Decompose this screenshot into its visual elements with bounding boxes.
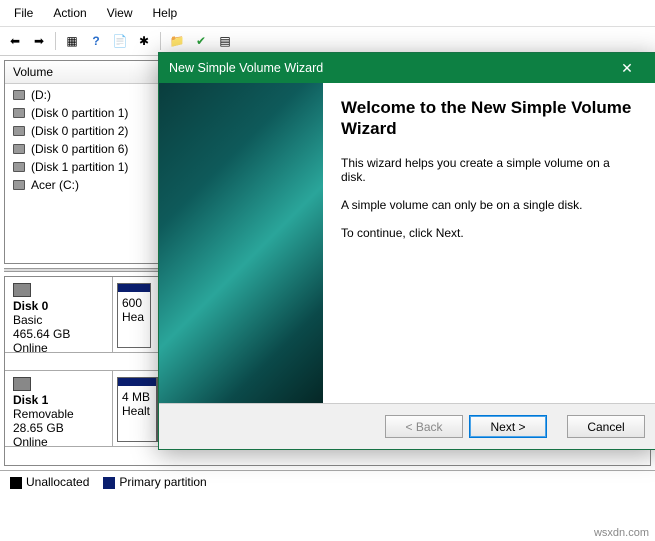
disk-type: Removable: [13, 407, 74, 421]
drive-icon: [13, 180, 25, 190]
cancel-button[interactable]: Cancel: [567, 415, 645, 438]
menu-help[interactable]: Help: [143, 2, 188, 24]
wizard-title: New Simple Volume Wizard: [169, 61, 607, 75]
legend-unallocated: Unallocated: [10, 475, 89, 489]
disk-info[interactable]: Disk 0Basic465.64 GBOnline: [5, 277, 113, 352]
partition-bar: [118, 378, 156, 386]
wizard-p2: A simple volume can only be on a single …: [341, 198, 637, 212]
back-button[interactable]: < Back: [385, 415, 463, 438]
menu-file[interactable]: File: [4, 2, 43, 24]
legend-primary: Primary partition: [103, 475, 206, 489]
disk-icon: [13, 377, 31, 391]
legend: Unallocated Primary partition: [0, 470, 655, 493]
volume-label: Acer (C:): [31, 178, 79, 192]
volume-label: (Disk 0 partition 6): [31, 142, 128, 156]
disk-name: Disk 0: [13, 299, 48, 313]
check-icon[interactable]: ✔: [190, 30, 212, 52]
disk-status: Online: [13, 341, 48, 355]
flag-icon[interactable]: 📁: [166, 30, 188, 52]
wizard-p1: This wizard helps you create a simple vo…: [341, 156, 637, 184]
drive-icon: [13, 162, 25, 172]
wizard-heading: Welcome to the New Simple Volume Wizard: [341, 97, 637, 140]
partition[interactable]: 4 MBHealt: [117, 377, 157, 442]
volume-label: (Disk 0 partition 2): [31, 124, 128, 138]
wizard-p3: To continue, click Next.: [341, 226, 637, 240]
volume-label: (D:): [31, 88, 51, 102]
drive-icon: [13, 144, 25, 154]
disk-size: 28.65 GB: [13, 421, 64, 435]
disk-icon: [13, 283, 31, 297]
partition-sub: Hea: [122, 310, 146, 324]
drive-icon: [13, 108, 25, 118]
disk-info[interactable]: Disk 1Removable28.65 GBOnline: [5, 371, 113, 446]
menu-action[interactable]: Action: [43, 2, 96, 24]
wizard-sidebar-image: [159, 83, 323, 403]
watermark: wsxdn.com: [594, 527, 649, 539]
forward-icon[interactable]: ➡: [28, 30, 50, 52]
separator: [55, 32, 56, 50]
separator: [160, 32, 161, 50]
drive-icon: [13, 126, 25, 136]
wizard-titlebar[interactable]: New Simple Volume Wizard ✕: [159, 53, 655, 83]
disk-size: 465.64 GB: [13, 327, 70, 341]
drive-icon: [13, 90, 25, 100]
wizard-dialog: New Simple Volume Wizard ✕ Welcome to th…: [158, 52, 655, 450]
disk-type: Basic: [13, 313, 42, 327]
disk-status: Online: [13, 435, 48, 449]
properties-icon[interactable]: ✱: [133, 30, 155, 52]
refresh-icon[interactable]: 📄: [109, 30, 131, 52]
next-button[interactable]: Next >: [469, 415, 547, 438]
volume-label: (Disk 0 partition 1): [31, 106, 128, 120]
partition-sub: Healt: [122, 404, 152, 418]
menu-view[interactable]: View: [97, 2, 143, 24]
partition-bar: [118, 284, 150, 292]
help-icon[interactable]: ?: [85, 30, 107, 52]
partition[interactable]: 600Hea: [117, 283, 151, 348]
list-icon[interactable]: ▤: [214, 30, 236, 52]
partition-size: 4 MB: [122, 390, 152, 404]
back-icon[interactable]: ⬅: [4, 30, 26, 52]
disk-name: Disk 1: [13, 393, 48, 407]
wizard-buttons: < Back Next > Cancel: [159, 403, 655, 449]
partition-size: 600: [122, 296, 146, 310]
wizard-content: Welcome to the New Simple Volume Wizard …: [323, 83, 655, 403]
grid-icon[interactable]: ▦: [61, 30, 83, 52]
menu-bar: File Action View Help: [0, 0, 655, 27]
close-icon[interactable]: ✕: [607, 60, 647, 77]
volume-label: (Disk 1 partition 1): [31, 160, 128, 174]
